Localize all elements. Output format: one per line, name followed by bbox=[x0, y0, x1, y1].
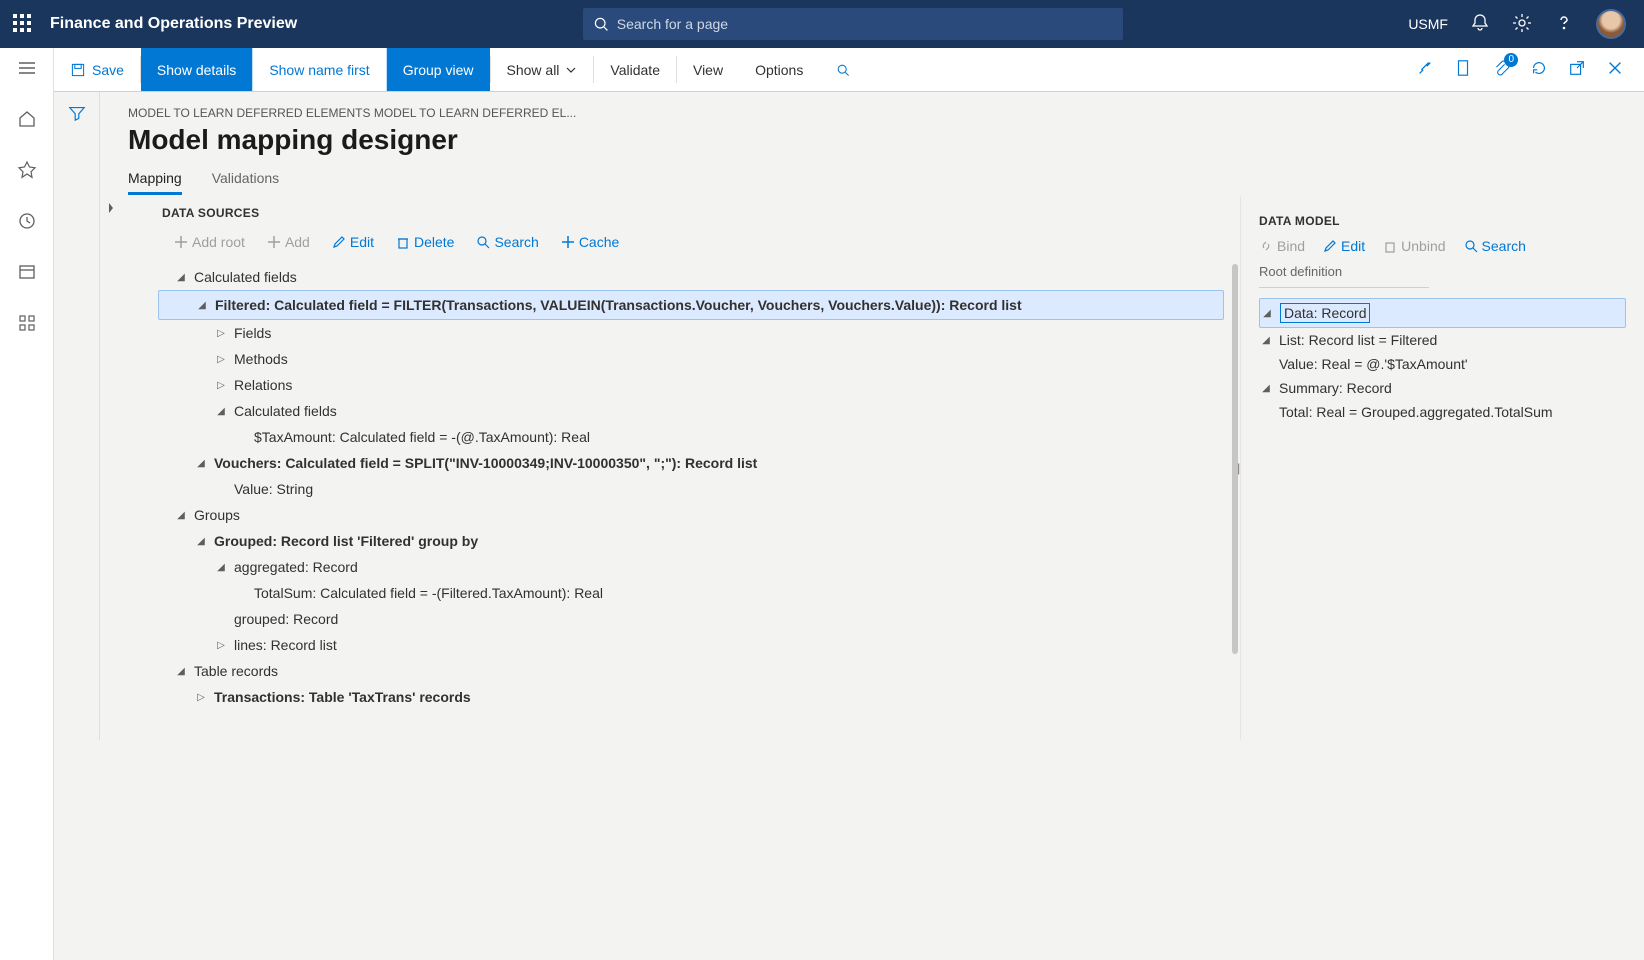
tab-validations[interactable]: Validations bbox=[212, 170, 279, 195]
tree-node[interactable]: ▷Relations bbox=[158, 372, 1224, 398]
unbind-button: Unbind bbox=[1383, 238, 1445, 254]
star-icon[interactable] bbox=[17, 160, 37, 183]
filter-column bbox=[54, 92, 100, 740]
close-icon[interactable] bbox=[1606, 59, 1624, 80]
view-menu[interactable]: View bbox=[677, 48, 739, 91]
tree-node[interactable]: ◢Table records bbox=[158, 658, 1224, 684]
show-all-dropdown[interactable]: Show all bbox=[491, 48, 594, 91]
show-details-button[interactable]: Show details bbox=[141, 48, 252, 91]
tree-node-selected[interactable]: ◢Filtered: Calculated field = FILTER(Tra… bbox=[158, 290, 1224, 320]
help-icon[interactable] bbox=[1554, 13, 1574, 36]
user-avatar[interactable] bbox=[1596, 9, 1626, 39]
tree-node[interactable]: ▷Transactions: Table 'TaxTrans' records bbox=[158, 684, 1224, 710]
save-button[interactable]: Save bbox=[54, 48, 140, 91]
search-icon bbox=[593, 16, 609, 32]
tree-node[interactable]: ·Value: Real = @.'$TaxAmount' bbox=[1259, 352, 1626, 376]
options-menu[interactable]: Options bbox=[739, 48, 819, 91]
toolbar-search-icon[interactable] bbox=[819, 48, 867, 91]
data-model-header: DATA MODEL bbox=[1259, 214, 1626, 228]
tree-node[interactable]: ◢Summary: Record bbox=[1259, 376, 1626, 400]
app-launcher-icon[interactable] bbox=[12, 13, 32, 36]
recent-icon[interactable] bbox=[17, 211, 37, 234]
tree-node[interactable]: ◢Grouped: Record list 'Filtered' group b… bbox=[158, 528, 1224, 554]
tree-node[interactable]: ◢List: Record list = Filtered bbox=[1259, 328, 1626, 352]
nav-rail bbox=[0, 48, 54, 960]
breadcrumb: MODEL TO LEARN DEFERRED ELEMENTS MODEL T… bbox=[100, 92, 1644, 120]
search-dm-button[interactable]: Search bbox=[1464, 238, 1526, 254]
filter-icon[interactable] bbox=[68, 104, 86, 740]
scrollbar-thumb[interactable] bbox=[1232, 264, 1238, 654]
data-sources-header: DATA SOURCES bbox=[122, 196, 1240, 230]
add-button: Add bbox=[267, 234, 310, 250]
tree-node[interactable]: ◢Calculated fields bbox=[158, 398, 1224, 424]
group-view-button[interactable]: Group view bbox=[387, 48, 490, 91]
tab-mapping[interactable]: Mapping bbox=[128, 170, 182, 195]
expand-handle-icon[interactable] bbox=[100, 196, 122, 740]
cache-button[interactable]: Cache bbox=[561, 234, 619, 250]
tree-node[interactable]: ▷lines: Record list bbox=[158, 632, 1224, 658]
delete-button[interactable]: Delete bbox=[396, 234, 454, 250]
link-icon[interactable] bbox=[1416, 59, 1434, 80]
validate-button[interactable]: Validate bbox=[594, 48, 676, 91]
data-sources-tree: ◢Calculated fields ◢Filtered: Calculated… bbox=[122, 264, 1240, 740]
tree-node[interactable]: ◢Calculated fields bbox=[158, 264, 1224, 290]
add-root-button: Add root bbox=[174, 234, 245, 250]
show-name-first-button[interactable]: Show name first bbox=[252, 48, 386, 91]
data-model-pane: || DATA MODEL Bind Edit Unbind Search Ro… bbox=[1240, 196, 1644, 740]
bind-button: Bind bbox=[1259, 238, 1305, 254]
attachments-count: 0 bbox=[1504, 53, 1518, 67]
tree-node[interactable]: ◢aggregated: Record bbox=[158, 554, 1224, 580]
home-icon[interactable] bbox=[17, 109, 37, 132]
modules-icon[interactable] bbox=[17, 313, 37, 336]
notifications-icon[interactable] bbox=[1470, 13, 1490, 36]
document-icon[interactable] bbox=[1454, 59, 1472, 80]
page-title: Model mapping designer bbox=[100, 120, 1644, 170]
tree-node[interactable]: ◢Data: Record bbox=[1259, 298, 1626, 328]
tree-node[interactable]: ·$TaxAmount: Calculated field = -(@.TaxA… bbox=[158, 424, 1224, 450]
tree-node[interactable]: ·Total: Real = Grouped.aggregated.TotalS… bbox=[1259, 400, 1626, 424]
attachments-icon[interactable]: 0 bbox=[1492, 59, 1510, 80]
popout-icon[interactable] bbox=[1568, 59, 1586, 80]
data-model-tree: ◢Data: Record ◢List: Record list = Filte… bbox=[1259, 298, 1626, 424]
tree-node[interactable]: ◢Vouchers: Calculated field = SPLIT("INV… bbox=[158, 450, 1224, 476]
workspace-icon[interactable] bbox=[17, 262, 37, 285]
legal-entity[interactable]: USMF bbox=[1408, 16, 1448, 32]
app-title: Finance and Operations Preview bbox=[50, 15, 297, 33]
root-definition-label: Root definition bbox=[1259, 264, 1626, 279]
search-button[interactable]: Search bbox=[476, 234, 538, 250]
tree-node[interactable]: ◢Groups bbox=[158, 502, 1224, 528]
tree-node[interactable]: ·TotalSum: Calculated field = -(Filtered… bbox=[158, 580, 1224, 606]
refresh-icon[interactable] bbox=[1530, 59, 1548, 80]
edit-button[interactable]: Edit bbox=[332, 234, 374, 250]
gear-icon[interactable] bbox=[1512, 13, 1532, 36]
tree-node[interactable]: ▷Methods bbox=[158, 346, 1224, 372]
hamburger-icon[interactable] bbox=[17, 58, 37, 81]
global-search[interactable] bbox=[583, 8, 1123, 40]
tree-node[interactable]: ·Value: String bbox=[158, 476, 1224, 502]
tree-node[interactable]: ▷Fields bbox=[158, 320, 1224, 346]
edit-dm-button[interactable]: Edit bbox=[1323, 238, 1365, 254]
tree-node[interactable]: ·grouped: Record bbox=[158, 606, 1224, 632]
global-search-input[interactable] bbox=[617, 16, 1113, 32]
